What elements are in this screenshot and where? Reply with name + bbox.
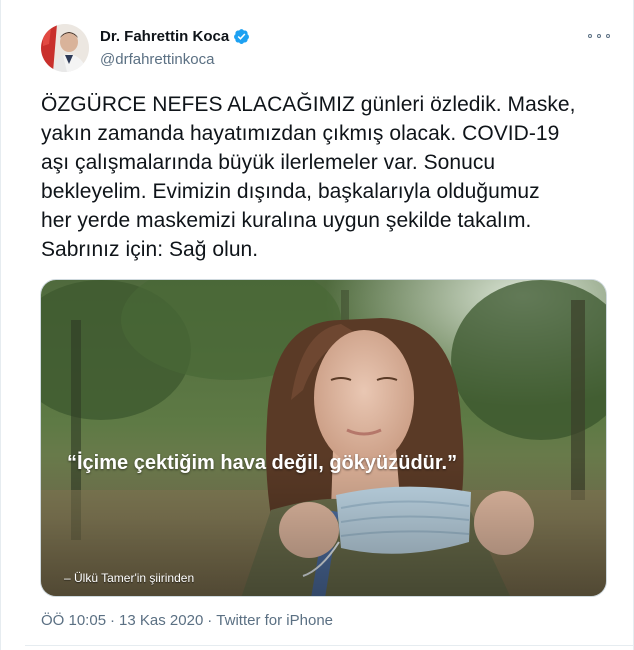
- tweet-text-line: Sabrınız için: Sağ olun.: [41, 238, 259, 261]
- verified-badge-icon: [234, 29, 250, 44]
- tweet-source-link[interactable]: Twitter for iPhone: [216, 612, 333, 629]
- tweet-text-line: ÖZGÜRCE NEFES ALACAĞIMIZ günleri özledik…: [41, 93, 576, 116]
- tweet-media-image[interactable]: [40, 279, 607, 597]
- author-name[interactable]: Dr. Fahrettin Koca: [100, 28, 229, 45]
- image-quote-text: “İçime çektiğim hava değil, gökyüzüdür.”: [67, 452, 458, 474]
- avatar-image: [41, 24, 89, 72]
- tweet-text: ÖZGÜRCE NEFES ALACAĞIMIZ günleri özledik…: [41, 90, 621, 264]
- tweet-text-line: her yerde maskemizi kuralına uygun şekil…: [41, 209, 532, 232]
- meta-separator: ·: [110, 612, 116, 629]
- author-name-row: Dr. Fahrettin Koca: [100, 28, 250, 45]
- avatar[interactable]: [41, 24, 89, 72]
- tweet-meta: ÖÖ 10:05 · 13 Kas 2020 · Twitter for iPh…: [41, 612, 333, 629]
- woman-breathing-photo: [41, 280, 606, 596]
- more-options-icon[interactable]: [588, 30, 610, 42]
- tweet-card: Dr. Fahrettin Koca @drfahrettinkoca ÖZGÜ…: [0, 0, 634, 650]
- tweet-text-line: bekleyelim. Evimizin dışında, başkalarıy…: [41, 180, 540, 203]
- tweet-date[interactable]: 13 Kas 2020: [119, 612, 203, 629]
- meta-separator: ·: [207, 612, 213, 629]
- tweet-text-line: aşı çalışmalarında büyük ilerlemeler var…: [41, 151, 496, 174]
- tweet-time[interactable]: ÖÖ 10:05: [41, 612, 106, 629]
- author-handle[interactable]: @drfahrettinkoca: [100, 51, 214, 68]
- divider: [25, 645, 634, 646]
- tweet-text-line: yakın zamanda hayatımızdan çıkmış olacak…: [41, 122, 560, 145]
- image-credit-text: – Ülkü Tamer'in şiirinden: [64, 571, 195, 585]
